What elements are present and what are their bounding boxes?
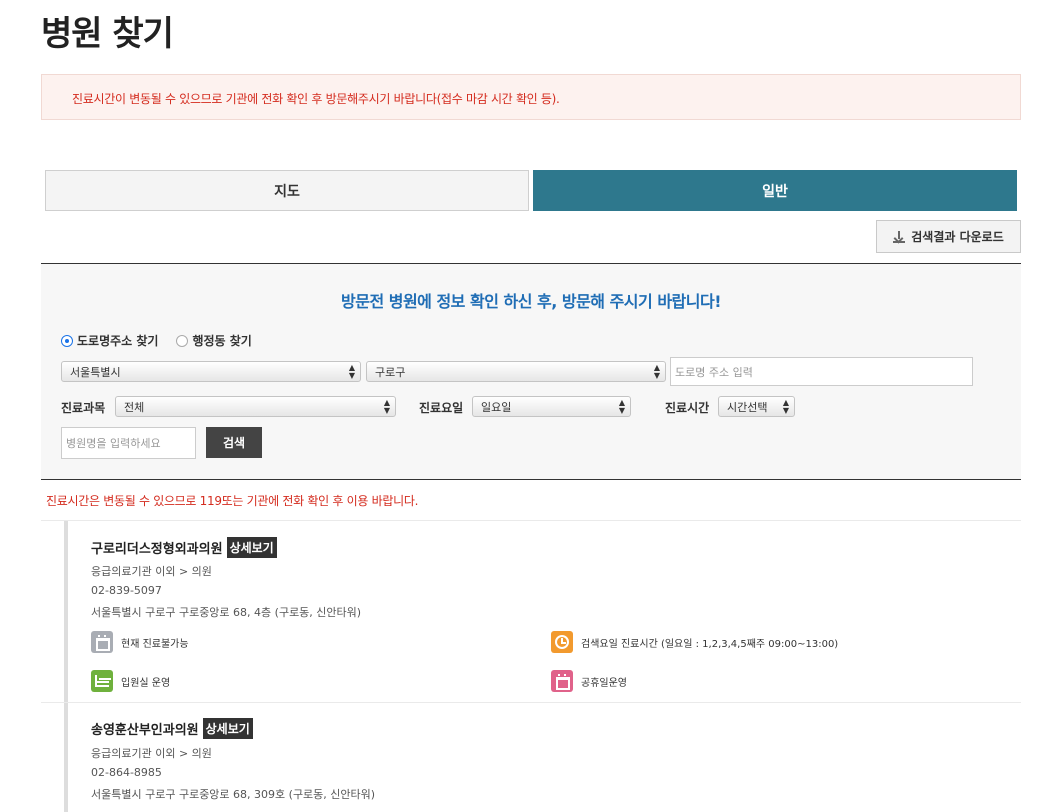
- result-phone: 02-839-5097: [91, 584, 162, 597]
- hours-badge: 검색요일 진료시간 (일요일 : 1,2,3,4,5째주 09:00~13:00…: [551, 631, 838, 653]
- result-name: 송영훈산부인과의원: [91, 723, 199, 738]
- inpatient-badge-text: 입원실 운영: [121, 677, 171, 689]
- bed-icon: [91, 670, 113, 692]
- download-icon: [893, 230, 906, 243]
- status-badge-text: 현재 진료불가능: [121, 638, 189, 650]
- department-select-value: 전체: [124, 400, 145, 414]
- time-select-value: 시간선택: [727, 400, 768, 414]
- tab-map[interactable]: 지도: [45, 170, 529, 211]
- search-button[interactable]: 검색: [206, 427, 262, 458]
- radio-admin-dong[interactable]: [176, 334, 189, 347]
- select-arrows-icon: ▲ ▼: [383, 398, 390, 415]
- road-address-input[interactable]: 도로명 주소 입력: [670, 357, 973, 386]
- result-phone: 02-864-8985: [91, 766, 162, 779]
- select-arrows-icon: ▲ ▼: [782, 398, 789, 415]
- day-select[interactable]: 일요일 ▲ ▼: [472, 396, 631, 417]
- city-select[interactable]: 서울특별시 ▲ ▼: [61, 361, 361, 382]
- radio-admin-label[interactable]: 행정동 찾기: [192, 332, 251, 349]
- time-label: 진료시간: [665, 401, 710, 415]
- hours-warning: 진료시간은 변동될 수 있으므로 119또는 기관에 전화 확인 후 이용 바랍…: [46, 494, 419, 508]
- calendar-icon: [551, 670, 573, 692]
- holiday-badge-text: 공휴일운영: [581, 677, 627, 689]
- detail-button[interactable]: 상세보기: [226, 537, 277, 558]
- time-select[interactable]: 시간선택 ▲ ▼: [718, 396, 795, 417]
- hospital-name-input[interactable]: 병원명을 입력하세요: [61, 427, 196, 459]
- download-label: 검색결과 다운로드: [911, 230, 1004, 244]
- search-headline: 방문전 병원에 정보 확인 하신 후, 방문해 주시기 바랍니다!: [341, 292, 722, 311]
- result-category: 응급의료기관 이외 > 의원: [91, 747, 212, 760]
- address-type-radios: 도로명주소 찾기 행정동 찾기: [61, 332, 270, 349]
- result-address: 서울특별시 구로구 구로중앙로 68, 4층 (구로동, 신안타워): [91, 606, 362, 619]
- department-label: 진료과목: [61, 401, 106, 415]
- status-badge: 현재 진료불가능: [91, 631, 189, 653]
- district-select[interactable]: 구로구 ▲ ▼: [366, 361, 666, 382]
- inpatient-badge: 입원실 운영: [91, 670, 170, 692]
- result-category: 응급의료기관 이외 > 의원: [91, 565, 212, 578]
- notice-box: 진료시간이 변동될 수 있으므로 기관에 전화 확인 후 방문해주시기 바랍니다…: [41, 74, 1021, 120]
- select-arrows-icon: ▲ ▼: [348, 363, 355, 380]
- select-arrows-icon: ▲ ▼: [653, 363, 660, 380]
- page-title: 병원 찾기: [41, 14, 174, 54]
- district-select-value: 구로구: [375, 365, 406, 379]
- result-name-row: 송영훈산부인과의원 상세보기: [91, 718, 253, 739]
- holiday-badge: 공휴일운영: [551, 670, 627, 692]
- day-label: 진료요일: [419, 401, 464, 415]
- notice-text: 진료시간이 변동될 수 있으므로 기관에 전화 확인 후 방문해주시기 바랍니다…: [72, 92, 560, 106]
- result-address: 서울특별시 구로구 구로중앙로 68, 309호 (구로동, 신안타워): [91, 788, 376, 801]
- detail-button[interactable]: 상세보기: [202, 718, 253, 739]
- clock-icon: [551, 631, 573, 653]
- search-panel: 방문전 병원에 정보 확인 하신 후, 방문해 주시기 바랍니다! 도로명주소 …: [41, 263, 1021, 480]
- result-name: 구로리더스정형외과의원: [91, 542, 223, 557]
- radio-road-label[interactable]: 도로명주소 찾기: [77, 332, 158, 349]
- tab-general[interactable]: 일반: [533, 170, 1017, 211]
- hours-badge-text: 검색요일 진료시간 (일요일 : 1,2,3,4,5째주 09:00~13:00…: [581, 638, 839, 650]
- result-name-row: 구로리더스정형외과의원 상세보기: [91, 537, 277, 558]
- department-select[interactable]: 전체 ▲ ▼: [115, 396, 396, 417]
- list-item: 송영훈산부인과의원 상세보기 응급의료기관 이외 > 의원 02-864-898…: [64, 703, 1021, 812]
- day-select-value: 일요일: [481, 400, 512, 414]
- list-item: 구로리더스정형외과의원 상세보기 응급의료기관 이외 > 의원 02-839-5…: [64, 521, 1021, 702]
- radio-road-address[interactable]: [61, 334, 73, 347]
- calendar-icon: [91, 631, 113, 653]
- download-results-button[interactable]: 검색결과 다운로드: [876, 220, 1021, 253]
- city-select-value: 서울특별시: [70, 365, 121, 379]
- select-arrows-icon: ▲ ▼: [618, 398, 625, 415]
